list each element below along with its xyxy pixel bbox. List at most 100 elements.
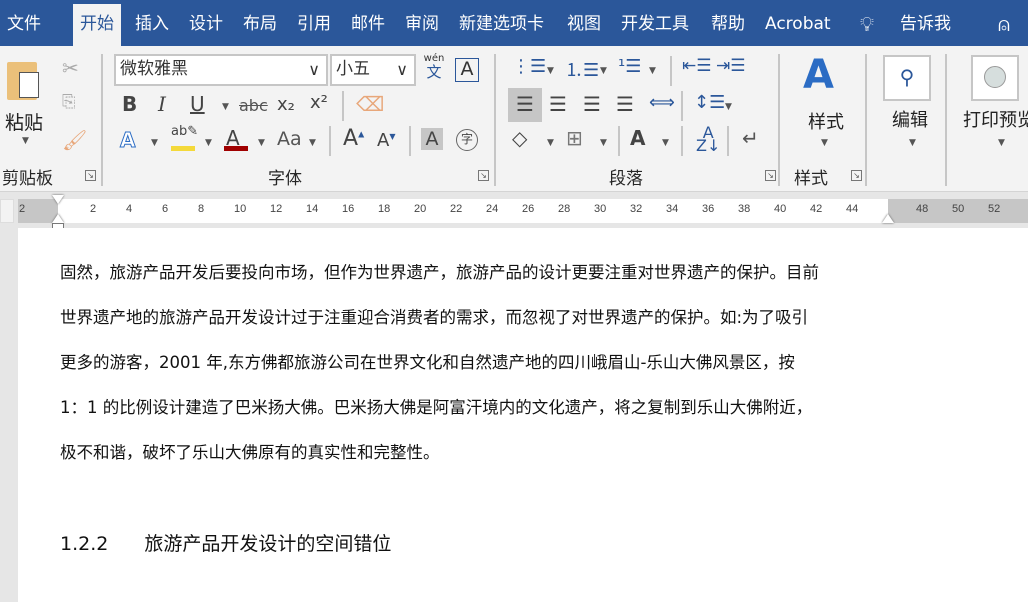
paste-dropdown[interactable]: ▼ <box>22 136 29 146</box>
decrease-indent-icon[interactable]: ⇤☰ <box>682 56 711 76</box>
share-user-icon[interactable]: ⍝ <box>998 4 1010 46</box>
body-text-line[interactable]: 1：1 的比例设计建造了巴米扬大佛。巴米扬大佛是阿富汗境内的文化遗产，将之复制到… <box>60 394 812 418</box>
superscript-button[interactable]: x² <box>310 92 328 113</box>
body-text-line[interactable]: 固然，旅游产品开发后要投向市场，但作为世界遗产，旅游产品的设计更要注重对世界遗产… <box>60 259 819 283</box>
strikethrough-button[interactable]: abc <box>239 96 268 115</box>
bullets-dropdown[interactable]: ▼ <box>547 66 554 76</box>
search-icon[interactable]: ⚲ <box>883 55 931 101</box>
tab-developer[interactable]: 开发工具 <box>621 4 689 46</box>
styles-button[interactable]: 样式 <box>808 108 844 134</box>
bold-button[interactable]: B <box>122 92 137 116</box>
grow-font-icon[interactable]: A▲ <box>343 126 364 151</box>
phonetic-guide-button[interactable]: wén 文 <box>423 54 445 81</box>
lightbulb-icon[interactable]: 💡︎ <box>860 4 874 46</box>
font-name-combobox[interactable]: 微软雅黑 ∨ <box>114 54 328 86</box>
ruler-label: 38 <box>738 203 751 215</box>
tab-help[interactable]: 帮助 <box>711 4 745 46</box>
line-spacing-icon[interactable]: ↕☰ <box>694 92 725 113</box>
right-indent-marker[interactable] <box>882 214 894 223</box>
styles-launcher-icon[interactable]: ↘ <box>851 170 862 181</box>
align-left-button[interactable]: ☰ <box>508 88 542 122</box>
tab-insert[interactable]: 插入 <box>135 4 169 46</box>
text-effects-icon[interactable]: A <box>119 128 136 153</box>
tab-design[interactable]: 设计 <box>189 4 223 46</box>
shrink-font-icon[interactable]: A▼ <box>377 130 395 151</box>
divider <box>329 126 331 156</box>
underline-button[interactable]: U <box>190 92 205 116</box>
styles-icon[interactable]: A <box>803 52 834 98</box>
tab-mailings[interactable]: 邮件 <box>351 4 385 46</box>
change-case-dropdown[interactable]: ▼ <box>309 138 316 148</box>
hanging-indent-marker[interactable] <box>52 214 64 223</box>
align-right-icon[interactable]: ☰ <box>583 92 601 116</box>
tab-layout[interactable]: 布局 <box>243 4 277 46</box>
chinese-layout-icon[interactable]: A <box>630 126 645 150</box>
format-painter-icon[interactable]: 🖌︎ <box>62 128 87 152</box>
paragraph-launcher-icon[interactable]: ↘ <box>765 170 776 181</box>
chevron-down-icon[interactable]: ∨ <box>308 56 320 83</box>
styles-group-label: 样式 <box>794 169 828 189</box>
tab-references[interactable]: 引用 <box>297 4 331 46</box>
editing-dropdown[interactable]: ▼ <box>909 138 916 148</box>
chevron-down-icon[interactable]: ∨ <box>396 56 408 83</box>
italic-button[interactable]: I <box>158 92 166 116</box>
change-case-button[interactable]: Aa <box>277 128 302 150</box>
text-effects-dropdown[interactable]: ▼ <box>151 138 158 148</box>
tab-acrobat[interactable]: Acrobat <box>765 4 831 46</box>
character-border-icon[interactable]: A <box>455 58 479 82</box>
borders-dropdown[interactable]: ▼ <box>600 138 607 148</box>
styles-dropdown[interactable]: ▼ <box>821 138 828 148</box>
editing-button[interactable]: 编辑 <box>892 106 928 132</box>
first-line-indent-marker[interactable] <box>52 195 64 204</box>
underline-dropdown[interactable]: ▼ <box>222 102 229 112</box>
distributed-icon[interactable]: ⟺ <box>649 92 675 113</box>
paste-icon[interactable] <box>7 62 39 100</box>
increase-indent-icon[interactable]: ⇥☰ <box>716 56 745 76</box>
justify-icon[interactable]: ☰ <box>616 92 634 116</box>
phonetic-bottom: 文 <box>426 63 442 81</box>
horizontal-ruler[interactable]: 2 2 4 6 8 10 12 14 16 18 20 22 24 26 28 30 32 34 36 38 40 42… <box>0 192 1028 229</box>
tell-me-search[interactable]: 告诉我 <box>900 4 951 46</box>
tab-view[interactable]: 视图 <box>567 4 601 46</box>
character-shading-icon[interactable]: A <box>421 128 443 150</box>
shading-dropdown[interactable]: ▼ <box>547 138 554 148</box>
font-launcher-icon[interactable]: ↘ <box>478 170 489 181</box>
print-preview-button[interactable]: 打印预览 <box>963 106 1028 132</box>
tab-review[interactable]: 审阅 <box>405 4 439 46</box>
multilevel-list-dropdown[interactable]: ▼ <box>649 66 656 76</box>
print-preview-dropdown[interactable]: ▼ <box>998 138 1005 148</box>
section-heading[interactable]: 1.2.2 旅游产品开发设计的空间错位 <box>60 529 391 556</box>
tab-new-tab[interactable]: 新建选项卡 <box>459 4 544 46</box>
body-text-line[interactable]: 更多的游客，2001 年,东方佛都旅游公司在世界文化和自然遗产地的四川峨眉山-乐… <box>60 349 795 373</box>
body-text-line[interactable]: 极不和谐，破坏了乐山大佛原有的真实性和完整性。 <box>60 439 440 463</box>
numbering-icon[interactable]: ⒈☰ <box>565 56 599 82</box>
tab-home[interactable]: 开始 <box>73 4 121 46</box>
show-hide-marks-icon[interactable]: ↵ <box>742 126 759 150</box>
subscript-button[interactable]: x₂ <box>277 94 295 115</box>
tab-file[interactable]: 文件 <box>7 4 41 46</box>
shading-icon[interactable]: ◇ <box>512 126 527 150</box>
enclose-characters-button[interactable]: 字 <box>456 129 478 151</box>
tab-selector[interactable] <box>0 199 14 223</box>
font-color-swatch <box>224 146 248 151</box>
multilevel-list-icon[interactable]: ¹☰ <box>618 56 641 77</box>
print-preview-icon[interactable] <box>971 55 1019 101</box>
clipboard-launcher-icon[interactable]: ↘ <box>85 170 96 181</box>
line-spacing-dropdown[interactable]: ▼ <box>725 102 732 112</box>
font-size-combobox[interactable]: 小五 ∨ <box>330 54 416 86</box>
sort-icon[interactable]: A Z↓ <box>696 125 720 154</box>
font-color-dropdown[interactable]: ▼ <box>258 138 265 148</box>
numbering-dropdown[interactable]: ▼ <box>600 66 607 76</box>
chinese-layout-dropdown[interactable]: ▼ <box>662 138 669 148</box>
copy-icon[interactable]: ⎘ <box>62 92 76 112</box>
paste-button[interactable]: 粘贴 <box>5 108 43 135</box>
body-text-line[interactable]: 世界遗产地的旅游产品开发设计过于注重迎合消费者的需求，而忽视了对世界遗产的保护。… <box>60 304 808 328</box>
divider <box>409 126 411 156</box>
highlight-icon[interactable]: ab✎ <box>171 124 198 139</box>
borders-icon[interactable]: ⊞ <box>566 126 583 150</box>
cut-icon[interactable]: ✂ <box>62 56 79 80</box>
highlight-dropdown[interactable]: ▼ <box>205 138 212 148</box>
align-center-icon[interactable]: ☰ <box>549 92 567 116</box>
bullets-icon[interactable]: ⋮☰ <box>512 56 546 77</box>
clear-formatting-icon[interactable]: ⌫ <box>356 92 384 116</box>
